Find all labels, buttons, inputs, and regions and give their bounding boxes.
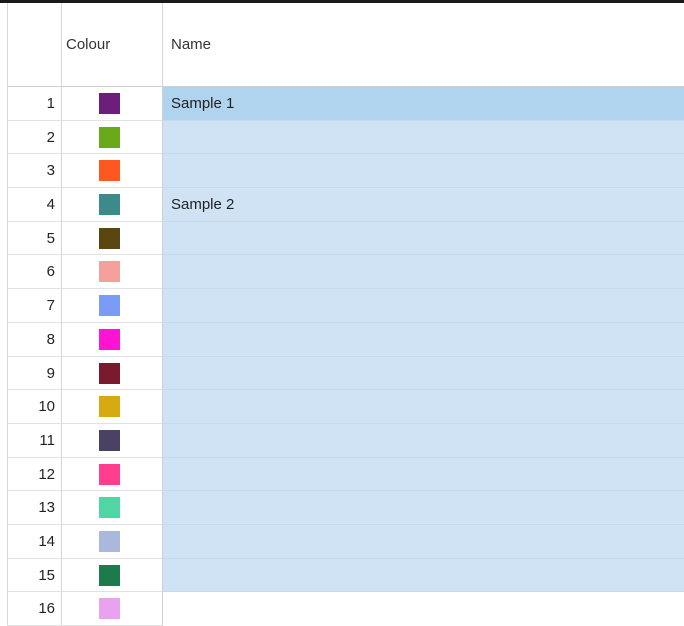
row-number[interactable]: 13 bbox=[7, 491, 61, 525]
row-number[interactable]: 3 bbox=[7, 154, 61, 189]
colour-cell[interactable] bbox=[61, 289, 162, 323]
colour-cell[interactable] bbox=[61, 255, 162, 290]
colour-cell[interactable] bbox=[61, 390, 162, 424]
name-cell[interactable] bbox=[162, 457, 684, 492]
colour-cell[interactable] bbox=[61, 356, 162, 391]
name-cell[interactable] bbox=[162, 558, 684, 593]
table-row[interactable]: 12 bbox=[0, 457, 684, 492]
row-number[interactable]: 7 bbox=[7, 289, 61, 323]
colour-cell[interactable] bbox=[61, 457, 162, 492]
table-row[interactable]: 13 bbox=[0, 491, 684, 525]
name-cell[interactable] bbox=[162, 356, 684, 391]
table-row[interactable]: 15 bbox=[0, 558, 684, 593]
name-cell[interactable] bbox=[162, 390, 684, 424]
colour-cell[interactable] bbox=[61, 120, 162, 155]
colour-swatch[interactable] bbox=[99, 362, 120, 384]
table-row[interactable]: 8 bbox=[0, 322, 684, 357]
colour-swatch[interactable] bbox=[99, 261, 120, 283]
colour-swatch[interactable] bbox=[99, 598, 120, 620]
colour-swatch[interactable] bbox=[99, 564, 120, 586]
colour-swatch[interactable] bbox=[99, 463, 120, 485]
colour-cell[interactable] bbox=[61, 524, 162, 559]
row-number[interactable]: 6 bbox=[7, 255, 61, 290]
row-number[interactable]: 10 bbox=[7, 390, 61, 424]
colour-swatch[interactable] bbox=[99, 295, 120, 317]
table-row[interactable]: 4 Sample 2 bbox=[0, 188, 684, 222]
table-row[interactable]: 10 bbox=[0, 390, 684, 424]
name-column-header[interactable]: Name bbox=[162, 3, 684, 87]
colour-swatch[interactable] bbox=[99, 497, 120, 519]
colour-cell[interactable] bbox=[61, 154, 162, 189]
table-row[interactable]: 1 Sample 1 bbox=[0, 87, 684, 121]
colour-swatch[interactable] bbox=[99, 194, 120, 216]
name-cell[interactable] bbox=[162, 289, 684, 323]
grid-body: 1 Sample 1 2 3 4 Sample 2 5 6 7 8 9 10 11 12 13 14 15 16 bbox=[0, 87, 684, 626]
row-number[interactable]: 2 bbox=[7, 120, 61, 155]
table-row[interactable]: 7 bbox=[0, 289, 684, 323]
colour-swatch[interactable] bbox=[99, 396, 120, 418]
colour-cell[interactable] bbox=[61, 188, 162, 222]
name-cell[interactable] bbox=[162, 322, 684, 357]
name-cell[interactable] bbox=[162, 154, 684, 189]
row-number[interactable]: 8 bbox=[7, 322, 61, 357]
row-number[interactable]: 14 bbox=[7, 524, 61, 559]
table-row[interactable]: 5 bbox=[0, 221, 684, 256]
colour-swatch[interactable] bbox=[99, 328, 120, 350]
row-number[interactable]: 4 bbox=[7, 188, 61, 222]
colour-cell[interactable] bbox=[61, 87, 162, 121]
row-number[interactable]: 11 bbox=[7, 423, 61, 458]
row-number[interactable]: 1 bbox=[7, 87, 61, 121]
name-cell[interactable] bbox=[162, 524, 684, 559]
colour-swatch[interactable] bbox=[99, 126, 120, 148]
table-row[interactable]: 3 bbox=[0, 154, 684, 189]
corner-header[interactable] bbox=[7, 3, 62, 87]
row-number[interactable]: 5 bbox=[7, 221, 61, 256]
name-cell[interactable] bbox=[162, 491, 684, 525]
table-row[interactable]: 14 bbox=[0, 524, 684, 559]
colour-swatch[interactable] bbox=[99, 160, 120, 182]
row-number[interactable]: 9 bbox=[7, 356, 61, 391]
table-row[interactable]: 2 bbox=[0, 120, 684, 155]
colour-cell[interactable] bbox=[61, 491, 162, 525]
colour-cell[interactable] bbox=[61, 423, 162, 458]
colour-swatch[interactable] bbox=[99, 530, 120, 552]
colour-swatch[interactable] bbox=[99, 429, 120, 451]
table-row[interactable]: 11 bbox=[0, 423, 684, 458]
name-cell[interactable]: Sample 1 bbox=[162, 87, 684, 121]
name-cell[interactable] bbox=[162, 120, 684, 155]
table-row[interactable]: 9 bbox=[0, 356, 684, 391]
samples-grid: Colour Name 1 Sample 1 2 3 4 Sample 2 5 6 7 8 9 10 1… bbox=[0, 3, 684, 626]
name-cell[interactable] bbox=[162, 423, 684, 458]
colour-column-header[interactable]: Colour bbox=[61, 3, 162, 87]
name-cell[interactable] bbox=[162, 255, 684, 290]
name-cell[interactable] bbox=[162, 221, 684, 256]
colour-swatch[interactable] bbox=[99, 93, 120, 114]
colour-cell[interactable] bbox=[61, 558, 162, 593]
colour-cell[interactable] bbox=[61, 322, 162, 357]
grid-header: Colour Name bbox=[0, 3, 684, 87]
row-number[interactable]: 12 bbox=[7, 457, 61, 492]
colour-cell[interactable] bbox=[61, 221, 162, 256]
table-row[interactable]: 6 bbox=[0, 255, 684, 290]
row-number[interactable]: 15 bbox=[7, 558, 61, 593]
name-cell[interactable]: Sample 2 bbox=[162, 188, 684, 222]
colour-swatch[interactable] bbox=[99, 227, 120, 249]
